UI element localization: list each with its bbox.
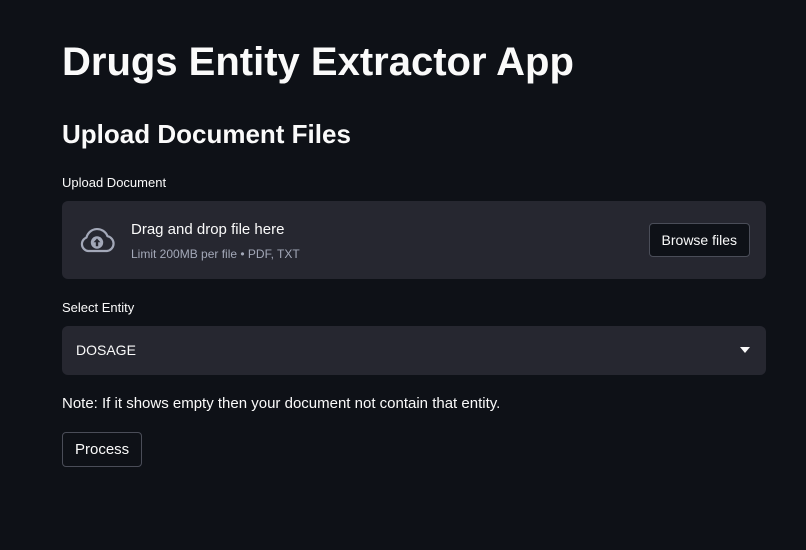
note-text: Note: If it shows empty then your docume… <box>62 395 501 412</box>
entity-select-value: DOSAGE <box>76 342 136 358</box>
upload-document-label: Upload Document <box>62 175 167 190</box>
caret-down-icon <box>740 347 750 353</box>
dropzone-file-limits: Limit 200MB per file • PDF, TXT <box>131 247 300 261</box>
entity-select[interactable]: DOSAGE <box>62 326 766 375</box>
select-entity-label: Select Entity <box>62 300 135 315</box>
page-title: Drugs Entity Extractor App <box>62 40 574 84</box>
section-title: Upload Document Files <box>62 119 351 149</box>
app-root: Drugs Entity Extractor App Upload Docume… <box>0 0 806 550</box>
browse-files-button[interactable]: Browse files <box>648 223 750 257</box>
dropzone-instructions: Drag and drop file here <box>131 221 285 238</box>
file-dropzone[interactable]: Drag and drop file here Limit 200MB per … <box>62 201 766 279</box>
cloud-upload-icon <box>80 227 115 253</box>
process-button[interactable]: Process <box>62 432 143 467</box>
